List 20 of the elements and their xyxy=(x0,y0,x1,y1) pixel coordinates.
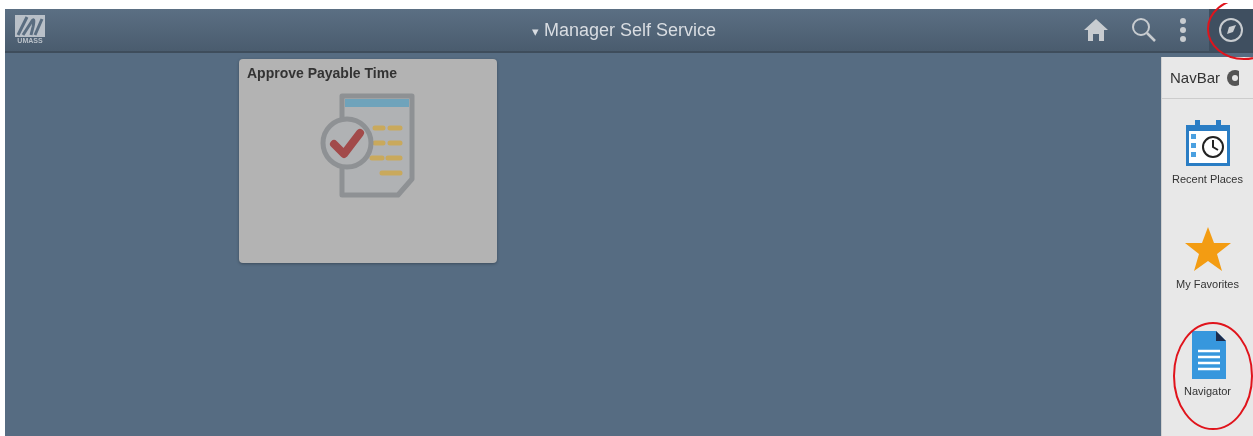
navbar-item[interactable]: Navigator xyxy=(1162,311,1253,417)
document-icon xyxy=(1189,331,1226,379)
more-options-icon[interactable] xyxy=(1179,17,1187,43)
navbar-item[interactable]: Recent Places xyxy=(1162,99,1253,205)
navbar-item-label: Navigator xyxy=(1183,385,1232,397)
navbar-button[interactable] xyxy=(1209,9,1253,51)
logo-icon xyxy=(15,15,45,37)
tile-title: Approve Payable Time xyxy=(247,65,397,81)
navbar-item[interactable]: My Favorites xyxy=(1162,205,1253,311)
star-icon xyxy=(1183,226,1232,272)
compass-icon xyxy=(1218,17,1244,43)
navbar-title: NavBar xyxy=(1170,69,1221,86)
navbar-item-label: Recent Places xyxy=(1172,173,1243,185)
search-icon[interactable] xyxy=(1131,17,1157,43)
timesheet-approval-icon xyxy=(320,93,416,199)
page-title-menu[interactable]: ▾ Manager Self Service xyxy=(532,19,717,41)
calendar-clock-icon xyxy=(1184,119,1231,167)
home-icon[interactable] xyxy=(1083,18,1109,42)
tile[interactable]: Approve Payable Time xyxy=(239,59,497,263)
navbar-item-label: My Favorites xyxy=(1176,278,1239,290)
